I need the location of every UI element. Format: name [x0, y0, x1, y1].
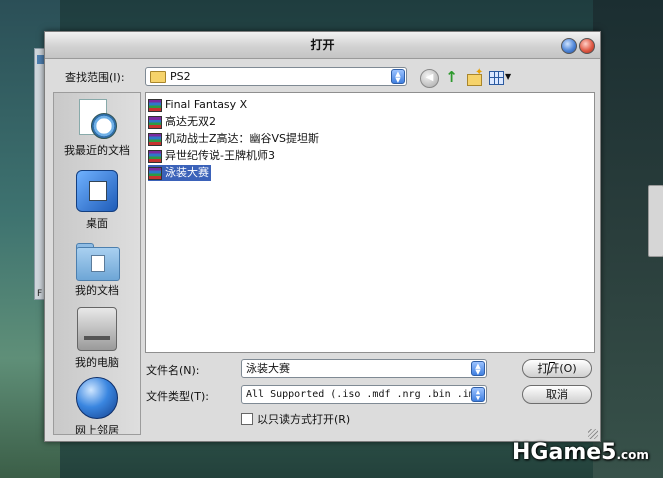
dropdown-arrow-icon[interactable]: ▲ ▼ — [391, 69, 405, 84]
lookin-value: PS2 — [170, 70, 191, 83]
file-item[interactable]: Final Fantasy X — [148, 97, 249, 113]
place-my-computer[interactable]: 我的电脑 — [54, 307, 140, 370]
dialog-titlebar[interactable]: 打开 — [45, 32, 600, 59]
folder-icon — [150, 71, 166, 83]
place-desktop[interactable]: 桌面 — [54, 170, 140, 231]
close-icon[interactable] — [579, 38, 595, 54]
rar-archive-icon — [148, 166, 162, 180]
filename-combo[interactable]: 泳装大赛 ▲ ▼ — [241, 359, 487, 378]
file-item[interactable]: 高达无双2 — [148, 114, 218, 130]
dropdown-arrow-icon[interactable]: ▲ ▼ — [471, 387, 485, 402]
rar-archive-icon — [148, 132, 162, 146]
up-folder-icon[interactable]: ↑ — [443, 69, 460, 86]
readonly-label: 以只读方式打开(R) — [257, 413, 351, 426]
filetype-combo[interactable]: All Supported (.iso .mdf .nrg .bin .im ▲… — [241, 385, 487, 404]
dialog-title: 打开 — [310, 38, 335, 52]
my-documents-icon — [76, 243, 120, 281]
places-bar: 我最近的文档 桌面 我的文档 我的电脑 网上邻居 — [53, 92, 141, 435]
place-label: 桌面 — [86, 217, 108, 230]
dropdown-arrow-icon[interactable]: ▲ ▼ — [471, 361, 485, 376]
open-button[interactable]: 打开(O) — [522, 359, 592, 378]
place-label: 我最近的文档 — [64, 144, 130, 157]
readonly-checkbox[interactable] — [241, 413, 253, 425]
place-my-documents[interactable]: 我的文档 — [54, 243, 140, 298]
new-folder-icon[interactable]: ✦ — [466, 67, 483, 86]
rar-archive-icon — [148, 98, 162, 112]
desktop-icon — [76, 170, 118, 212]
place-label: 网上邻居 — [75, 424, 119, 435]
file-item[interactable]: 异世纪传说-王牌机师3 — [148, 148, 277, 164]
place-recent[interactable]: 我最近的文档 — [54, 99, 140, 158]
network-places-icon — [76, 377, 118, 419]
file-item-selected[interactable]: 泳装大赛 — [148, 165, 211, 181]
resize-grip[interactable] — [588, 429, 598, 439]
background-scrollbar — [648, 185, 663, 257]
background-letter: F — [37, 289, 43, 299]
recent-documents-icon — [77, 99, 117, 139]
file-list[interactable]: Final Fantasy X 高达无双2 机动战士Z高达：幽谷VS提坦斯 异世… — [145, 92, 595, 353]
rar-archive-icon — [148, 115, 162, 129]
lookin-combo[interactable]: PS2 ▲ ▼ — [145, 67, 407, 86]
lookin-label: 查找范围(I): — [65, 71, 125, 84]
my-computer-icon — [77, 307, 117, 351]
place-network[interactable]: 网上邻居 — [54, 377, 140, 435]
place-label: 我的文档 — [75, 284, 119, 297]
cancel-button[interactable]: 取消 — [522, 385, 592, 404]
open-file-dialog: 打开 查找范围(I): PS2 ▲ ▼ ◀ ↑ ✦ ▼ 我最近的文档 桌面 我的文… — [44, 31, 601, 442]
site-watermark: HGame5.com — [512, 440, 649, 465]
rar-archive-icon — [148, 149, 162, 163]
back-icon[interactable]: ◀ — [420, 69, 439, 88]
help-icon[interactable] — [561, 38, 577, 54]
filename-label: 文件名(N): — [146, 364, 200, 377]
filetype-value: All Supported (.iso .mdf .nrg .bin .im — [246, 389, 475, 400]
view-menu-icon[interactable]: ▼ — [489, 69, 513, 86]
file-item[interactable]: 机动战士Z高达：幽谷VS提坦斯 — [148, 131, 321, 147]
filetype-label: 文件类型(T): — [146, 390, 210, 403]
filename-value: 泳装大赛 — [246, 362, 290, 375]
place-label: 我的电脑 — [75, 356, 119, 369]
